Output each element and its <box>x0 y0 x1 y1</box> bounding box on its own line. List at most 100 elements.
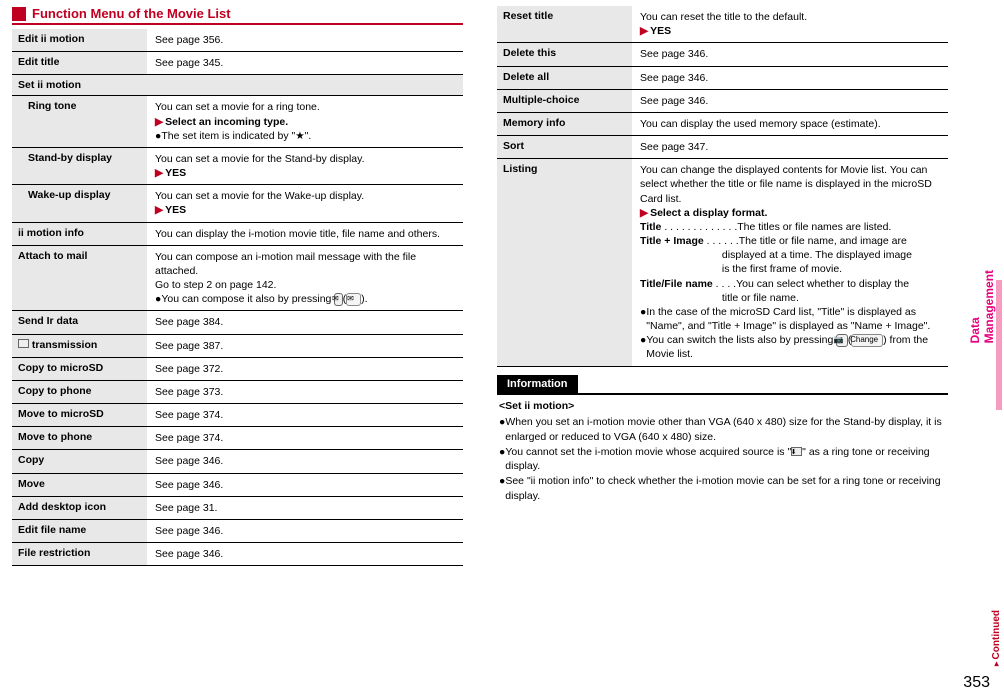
table-row: Stand-by display You can set a movie for… <box>12 148 463 185</box>
text: ▶YES <box>640 24 944 38</box>
table-row: Delete all See page 346. <box>497 67 948 90</box>
table-row: Move to microSD See page 374. <box>12 404 463 427</box>
info-header: Information <box>497 375 578 393</box>
table-row: ii motion info You can display the i-mot… <box>12 223 463 246</box>
text: Title . . . . . . . . . . . . .The title… <box>640 220 944 234</box>
row-desc: You can set a movie for a ring tone. ▶Se… <box>147 96 463 147</box>
row-label: Add desktop icon <box>12 497 147 519</box>
text: title or file name. <box>640 291 944 305</box>
row-label: Attach to mail <box>12 246 147 311</box>
table-row: Edit ii motion See page 356. <box>12 29 463 52</box>
row-desc: See page 346. <box>632 90 948 112</box>
row-desc: See page 374. <box>147 427 463 449</box>
row-label: Copy to microSD <box>12 358 147 380</box>
text: ●You can compose it also by pressing ✉( … <box>155 292 459 306</box>
text: You can set a movie for the Wake-up disp… <box>155 189 459 203</box>
red-marker <box>12 7 26 21</box>
text: ●See "ii motion info" to check whether t… <box>499 474 946 503</box>
text: displayed at a time. The displayed image <box>640 248 944 262</box>
table-row: Listing You can change the displayed con… <box>497 159 948 366</box>
row-desc: See page 345. <box>147 52 463 74</box>
arrow-icon: ▶ <box>155 167 163 179</box>
row-desc: You can reset the title to the default. … <box>632 6 948 42</box>
table-row: Copy to microSD See page 372. <box>12 358 463 381</box>
table-row: transmission See page 387. <box>12 335 463 358</box>
text: You can reset the title to the default. <box>640 10 944 24</box>
row-desc: See page 31. <box>147 497 463 519</box>
table-row: Move to phone See page 374. <box>12 427 463 450</box>
row-desc: See page 347. <box>632 136 948 158</box>
text: ●You cannot set the i-motion movie whose… <box>499 445 946 474</box>
row-label: Stand-by display <box>12 148 147 184</box>
side-tab-text: Data Management <box>968 270 996 343</box>
row-label: Copy <box>12 450 147 472</box>
row-label: Send Ir data <box>12 311 147 333</box>
row-desc: See page 346. <box>147 543 463 565</box>
page-number: 353 <box>963 674 990 692</box>
row-desc: See page 346. <box>147 474 463 496</box>
text: ●The set item is indicated by "★". <box>155 129 459 143</box>
row-label: Delete all <box>497 67 632 89</box>
change-button-icon: Change <box>851 334 883 347</box>
row-label: Listing <box>497 159 632 365</box>
row-label: Set ii motion <box>12 75 463 95</box>
row-label: Move to phone <box>12 427 147 449</box>
table-row: Move See page 346. <box>12 474 463 497</box>
table-row: Reset title You can reset the title to t… <box>497 6 948 43</box>
row-label: Delete this <box>497 43 632 65</box>
text: You can set a movie for the Stand-by dis… <box>155 152 459 166</box>
row-desc: See page 374. <box>147 404 463 426</box>
row-desc: See page 346. <box>147 520 463 542</box>
info-box: Information <Set ii motion> ●When you se… <box>497 367 948 508</box>
side-tab-marker <box>996 280 1002 410</box>
table-row: Sort See page 347. <box>497 136 948 159</box>
row-label: Reset title <box>497 6 632 42</box>
table-row: Memory info You can display the used mem… <box>497 113 948 136</box>
text: You can change the displayed contents fo… <box>640 163 944 206</box>
row-desc: See page 346. <box>147 450 463 472</box>
row-desc: See page 373. <box>147 381 463 403</box>
section-title: Function Menu of the Movie List <box>32 6 231 21</box>
table-row: Attach to mail You can compose an i-moti… <box>12 246 463 312</box>
row-label: Edit title <box>12 52 147 74</box>
text: You can set a movie for a ring tone. <box>155 100 459 114</box>
row-label: Wake-up display <box>12 185 147 221</box>
text: Title/File name . . . .You can select wh… <box>640 277 944 291</box>
row-label: File restriction <box>12 543 147 565</box>
info-subheader: <Set ii motion> <box>499 399 946 414</box>
arrow-icon: ▶ <box>155 204 163 216</box>
text: ●You can switch the lists also by pressi… <box>640 333 944 361</box>
arrow-icon: ▶ <box>640 207 648 219</box>
row-desc: See page 372. <box>147 358 463 380</box>
text: ●When you set an i-motion movie other th… <box>499 415 946 444</box>
row-desc: You can set a movie for the Wake-up disp… <box>147 185 463 221</box>
table-row: Edit file name See page 346. <box>12 520 463 543</box>
text: ▶Select a display format. <box>640 206 944 220</box>
section-header: Function Menu of the Movie List <box>12 6 463 25</box>
table-row: Ring tone You can set a movie for a ring… <box>12 96 463 148</box>
row-label: transmission <box>12 335 147 357</box>
table-row: Edit title See page 345. <box>12 52 463 75</box>
row-desc: See page 346. <box>632 67 948 89</box>
table-row: Multiple-choice See page 346. <box>497 90 948 113</box>
row-label: Edit file name <box>12 520 147 542</box>
row-label: Move to microSD <box>12 404 147 426</box>
mail-key-icon: ✉ <box>334 293 342 306</box>
row-label: Copy to phone <box>12 381 147 403</box>
row-desc: See page 384. <box>147 311 463 333</box>
mail-button-icon: ✉ <box>346 293 361 306</box>
text: ▶YES <box>155 203 459 217</box>
table-row: Send Ir data See page 384. <box>12 311 463 334</box>
row-label: Memory info <box>497 113 632 135</box>
row-label: ii motion info <box>12 223 147 245</box>
continued-label: Continued <box>991 610 1002 668</box>
table-row: File restriction See page 346. <box>12 543 463 566</box>
text: You can compose an i-motion mail message… <box>155 250 459 278</box>
source-icon: ⬇ <box>791 447 802 456</box>
table-row: Copy See page 346. <box>12 450 463 473</box>
text: is the first frame of movie. <box>640 262 944 276</box>
table-row: Add desktop icon See page 31. <box>12 497 463 520</box>
row-desc: You can change the displayed contents fo… <box>632 159 948 365</box>
arrow-icon: ▶ <box>155 116 163 128</box>
row-label: Edit ii motion <box>12 29 147 51</box>
